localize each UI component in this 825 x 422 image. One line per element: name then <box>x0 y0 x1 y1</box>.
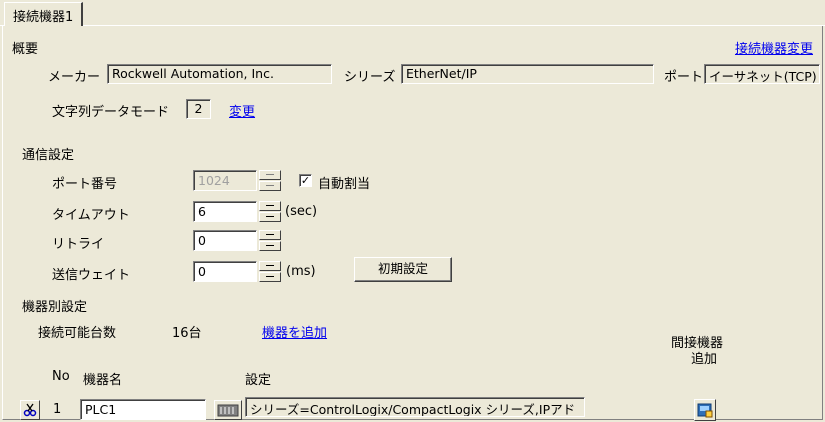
spin-up-arrow[interactable] <box>259 170 281 180</box>
scissors-icon <box>23 403 37 417</box>
add-indirect-device-button[interactable] <box>694 399 716 421</box>
column-header-setting: 設定 <box>245 373 272 388</box>
connectable-count: 16台 <box>172 326 202 341</box>
send-wait-unit: (ms) <box>286 264 316 279</box>
timeout-unit: (sec) <box>285 204 318 219</box>
add-device-link[interactable]: 機器を追加 <box>262 322 327 341</box>
send-wait-spinner[interactable] <box>259 261 281 282</box>
port-number-spinner[interactable] <box>259 170 281 191</box>
spin-up-arrow[interactable] <box>259 230 281 240</box>
device-name-input[interactable]: PLC1 <box>80 399 206 420</box>
change-device-link[interactable]: 接続機器変更 <box>735 38 813 57</box>
spin-up-arrow[interactable] <box>259 261 281 271</box>
device-settings-button[interactable] <box>214 400 242 420</box>
connectable-label: 接続可能台数 <box>38 326 117 341</box>
retry-label: リトライ <box>52 237 105 252</box>
timeout-input[interactable]: 6 <box>193 201 257 222</box>
auto-assign-checkbox[interactable]: ✓ <box>299 174 312 187</box>
string-mode-label: 文字列データモード <box>52 105 170 120</box>
send-wait-input[interactable]: 0 <box>193 261 257 282</box>
tab-bar: 接続機器1 <box>0 0 825 26</box>
string-mode-change-link[interactable]: 変更 <box>229 101 255 120</box>
port-number-label: ポート番号 <box>52 177 118 192</box>
series-label: シリーズ <box>344 70 396 85</box>
delete-device-button[interactable] <box>20 400 40 420</box>
auto-assign-label: 自動割当 <box>318 177 371 192</box>
column-header-indirect-line2: 追加 <box>691 352 718 367</box>
string-mode-field: 2 <box>186 99 211 119</box>
tab-device-1[interactable]: 接続機器1 <box>4 2 84 26</box>
maker-field: Rockwell Automation, Inc. <box>107 64 332 84</box>
port-number-input[interactable]: 1024 <box>193 170 257 191</box>
spin-down-arrow[interactable] <box>259 181 281 191</box>
column-header-no: No <box>52 369 70 384</box>
spin-down-arrow[interactable] <box>259 241 281 251</box>
device-settings-icon <box>217 404 239 417</box>
tab-device-1-label: 接続機器1 <box>13 10 74 25</box>
spin-up-arrow[interactable] <box>259 201 281 211</box>
timeout-spinner[interactable] <box>259 201 281 222</box>
overview-heading: 概要 <box>12 42 39 57</box>
send-wait-label: 送信ウェイト <box>52 268 131 283</box>
spin-down-arrow[interactable] <box>259 212 281 222</box>
retry-input[interactable]: 0 <box>193 230 257 251</box>
port-label: ポート <box>664 70 704 85</box>
port-field: イーサネット(TCP) <box>704 64 820 84</box>
device-settings-heading: 機器別設定 <box>22 300 88 315</box>
retry-spinner[interactable] <box>259 230 281 251</box>
spin-down-arrow[interactable] <box>259 272 281 282</box>
comm-settings-heading: 通信設定 <box>22 148 75 163</box>
device-setting-summary: シリーズ=ControlLogix/CompactLogix シリーズ,IPアド <box>245 397 585 417</box>
default-settings-button[interactable]: 初期設定 <box>354 257 452 282</box>
device-row-no: 1 <box>53 402 62 417</box>
timeout-label: タイムアウト <box>52 208 130 223</box>
maker-label: メーカー <box>48 70 101 85</box>
add-indirect-device-icon <box>697 403 713 418</box>
series-field: EtherNet/IP <box>401 64 654 84</box>
column-header-device-name: 機器名 <box>83 373 123 388</box>
